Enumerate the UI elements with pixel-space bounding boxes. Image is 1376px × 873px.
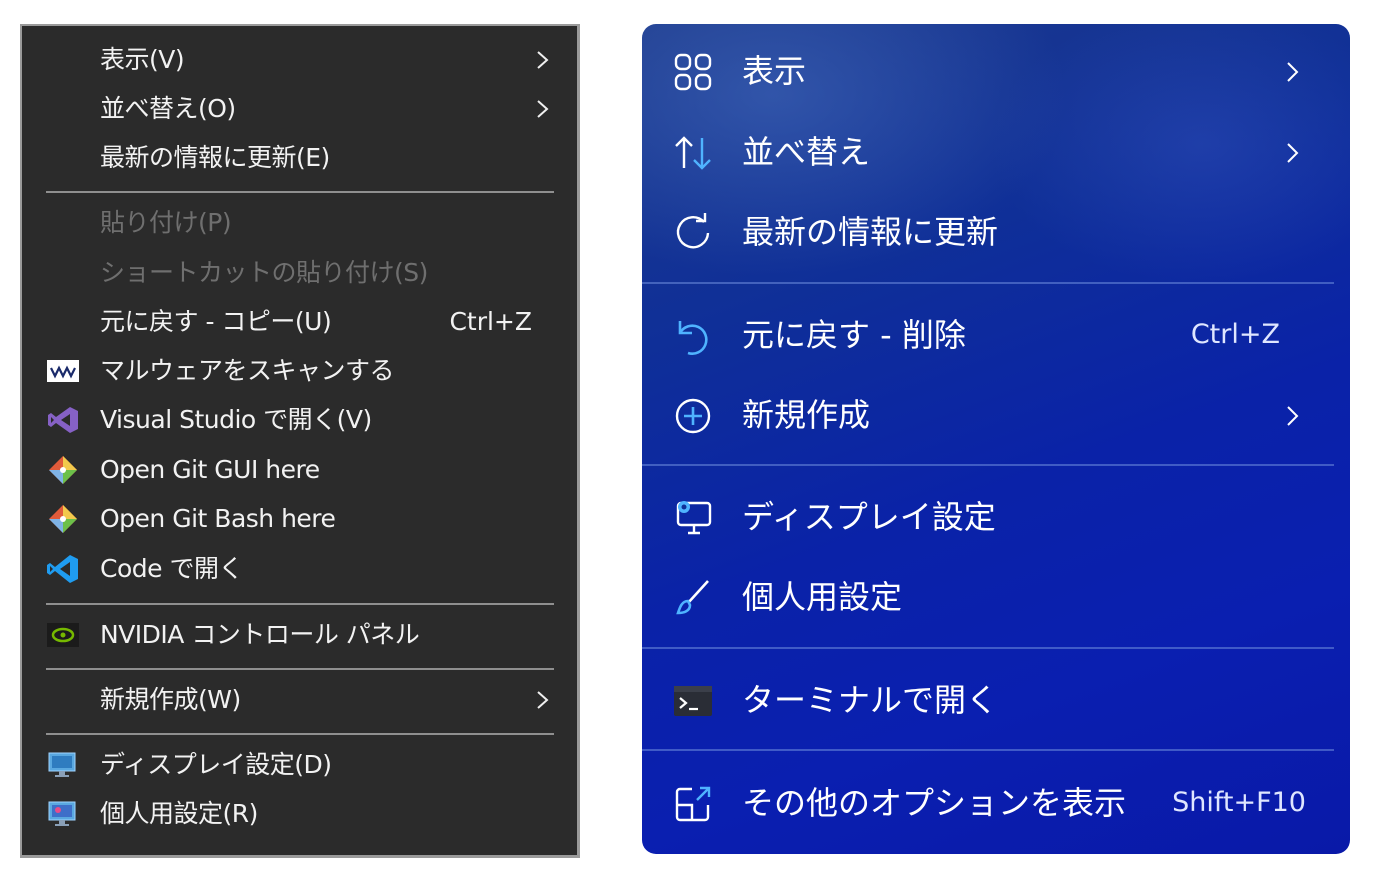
vscode-icon: [47, 555, 78, 583]
undo-icon: [678, 321, 708, 355]
menu-item-more-options[interactable]: その他のオプションを表示 Shift+F10: [642, 768, 1350, 838]
menu-item-label: Open Git Bash here: [100, 504, 336, 533]
new-plus-icon: [675, 398, 711, 434]
menu-item-label: 表示: [742, 52, 807, 90]
menu-item-open-vscode[interactable]: Code で開く: [22, 547, 578, 591]
menu-item-label: Code で開く: [100, 554, 243, 583]
menu-item-label: 個人用設定: [742, 578, 903, 616]
git-bash-icon: [49, 505, 77, 533]
menu-item-open-terminal[interactable]: ターミナルで開く: [642, 665, 1350, 735]
menu-separator: [642, 282, 1334, 284]
menu-item-undo-copy[interactable]: 元に戻す - コピー(U) Ctrl+Z: [22, 300, 578, 344]
menu-item-label: Visual Studio で開く(V): [100, 405, 372, 434]
chevron-right-icon: [537, 100, 549, 118]
menu-separator: [642, 647, 1334, 649]
menu-item-nvidia-control-panel[interactable]: NVIDIA コントロール パネル: [22, 613, 578, 657]
menu-item-label: 新規作成(W): [100, 685, 241, 714]
menu-item-personalize[interactable]: 個人用設定: [642, 562, 1350, 632]
menu-item-refresh[interactable]: 最新の情報に更新: [642, 197, 1350, 267]
menu-item-label: ディスプレイ設定: [742, 498, 996, 536]
chevron-right-icon: [537, 691, 549, 709]
visual-studio-icon: [48, 407, 78, 433]
menu-item-label: 最新の情報に更新: [742, 213, 999, 251]
menu-item-open-visual-studio[interactable]: Visual Studio で開く(V): [22, 398, 578, 442]
menu-separator: [642, 749, 1334, 751]
menu-item-personalize[interactable]: 個人用設定(R): [22, 792, 578, 836]
menu-item-label: 貼り付け(P): [100, 208, 232, 237]
display-settings-icon: [676, 501, 712, 535]
menu-item-shortcut: Shift+F10: [1172, 787, 1306, 818]
menu-item-label: 元に戻す - 削除: [742, 316, 966, 354]
chevron-right-icon: [1287, 406, 1299, 426]
display-settings-icon: [48, 752, 76, 777]
menu-item-label: 新規作成: [742, 396, 871, 434]
menu-item-label: 並べ替え(O): [100, 94, 236, 123]
win11-context-menu: 表示 並べ替え 最新の情報に更新 元に戻す - 削除 Ctrl+Z 新規作成 デ…: [642, 24, 1350, 854]
menu-item-refresh[interactable]: 最新の情報に更新(E): [22, 136, 578, 180]
menu-item-sort[interactable]: 並べ替え(O): [22, 87, 578, 131]
chevron-right-icon: [1287, 143, 1299, 163]
menu-item-malware-scan[interactable]: マルウェアをスキャンする: [22, 349, 578, 393]
brush-icon: [676, 580, 709, 615]
menu-item-open-git-bash[interactable]: Open Git Bash here: [22, 497, 578, 541]
menu-item-label: その他のオプションを表示: [742, 784, 1127, 822]
chevron-right-icon: [537, 51, 549, 69]
nvidia-icon: [47, 623, 79, 647]
menu-item-label: 表示(V): [100, 45, 185, 74]
menu-item-label: ショートカットの貼り付け(S): [100, 258, 428, 287]
menu-separator: [46, 191, 554, 193]
menu-item-undo-delete[interactable]: 元に戻す - 削除 Ctrl+Z: [642, 300, 1350, 370]
malwarebytes-icon: [47, 360, 79, 382]
menu-item-label: 並べ替え: [742, 133, 871, 171]
menu-item-shortcut: Ctrl+Z: [449, 307, 532, 336]
menu-separator: [46, 603, 554, 605]
more-options-icon: [675, 786, 711, 822]
menu-item-open-git-gui[interactable]: Open Git GUI here: [22, 448, 578, 492]
menu-item-label: 最新の情報に更新(E): [100, 143, 330, 172]
menu-separator: [642, 464, 1334, 466]
menu-item-label: ターミナルで開く: [742, 681, 999, 719]
menu-separator: [46, 668, 554, 670]
menu-item-label: マルウェアをスキャンする: [100, 356, 395, 385]
chevron-right-icon: [1287, 62, 1299, 82]
menu-item-view[interactable]: 表示(V): [22, 38, 578, 82]
sort-icon: [675, 136, 711, 170]
git-gui-icon: [49, 456, 77, 484]
menu-item-display-settings[interactable]: ディスプレイ設定: [642, 482, 1350, 552]
menu-item-label: Open Git GUI here: [100, 455, 320, 484]
menu-item-paste: 貼り付け(P): [22, 201, 578, 245]
terminal-icon: [674, 686, 712, 716]
menu-item-label: 個人用設定(R): [100, 799, 258, 828]
menu-item-label: 元に戻す - コピー(U): [100, 307, 332, 336]
menu-item-shortcut: Ctrl+Z: [1190, 319, 1280, 350]
win10-context-menu: 表示(V) 並べ替え(O) 最新の情報に更新(E) 貼り付け(P) ショートカッ…: [20, 24, 580, 858]
menu-item-new[interactable]: 新規作成: [642, 380, 1350, 450]
menu-separator: [46, 733, 554, 735]
refresh-icon: [676, 213, 710, 249]
menu-item-view[interactable]: 表示: [642, 36, 1350, 106]
menu-item-display-settings[interactable]: ディスプレイ設定(D): [22, 743, 578, 787]
menu-item-paste-shortcut: ショートカットの貼り付け(S): [22, 251, 578, 295]
menu-item-sort[interactable]: 並べ替え: [642, 117, 1350, 187]
personalize-icon: [48, 801, 76, 826]
view-grid-icon: [674, 53, 712, 91]
menu-item-new[interactable]: 新規作成(W): [22, 678, 578, 722]
menu-item-label: ディスプレイ設定(D): [100, 750, 332, 779]
menu-item-label: NVIDIA コントロール パネル: [100, 620, 420, 649]
